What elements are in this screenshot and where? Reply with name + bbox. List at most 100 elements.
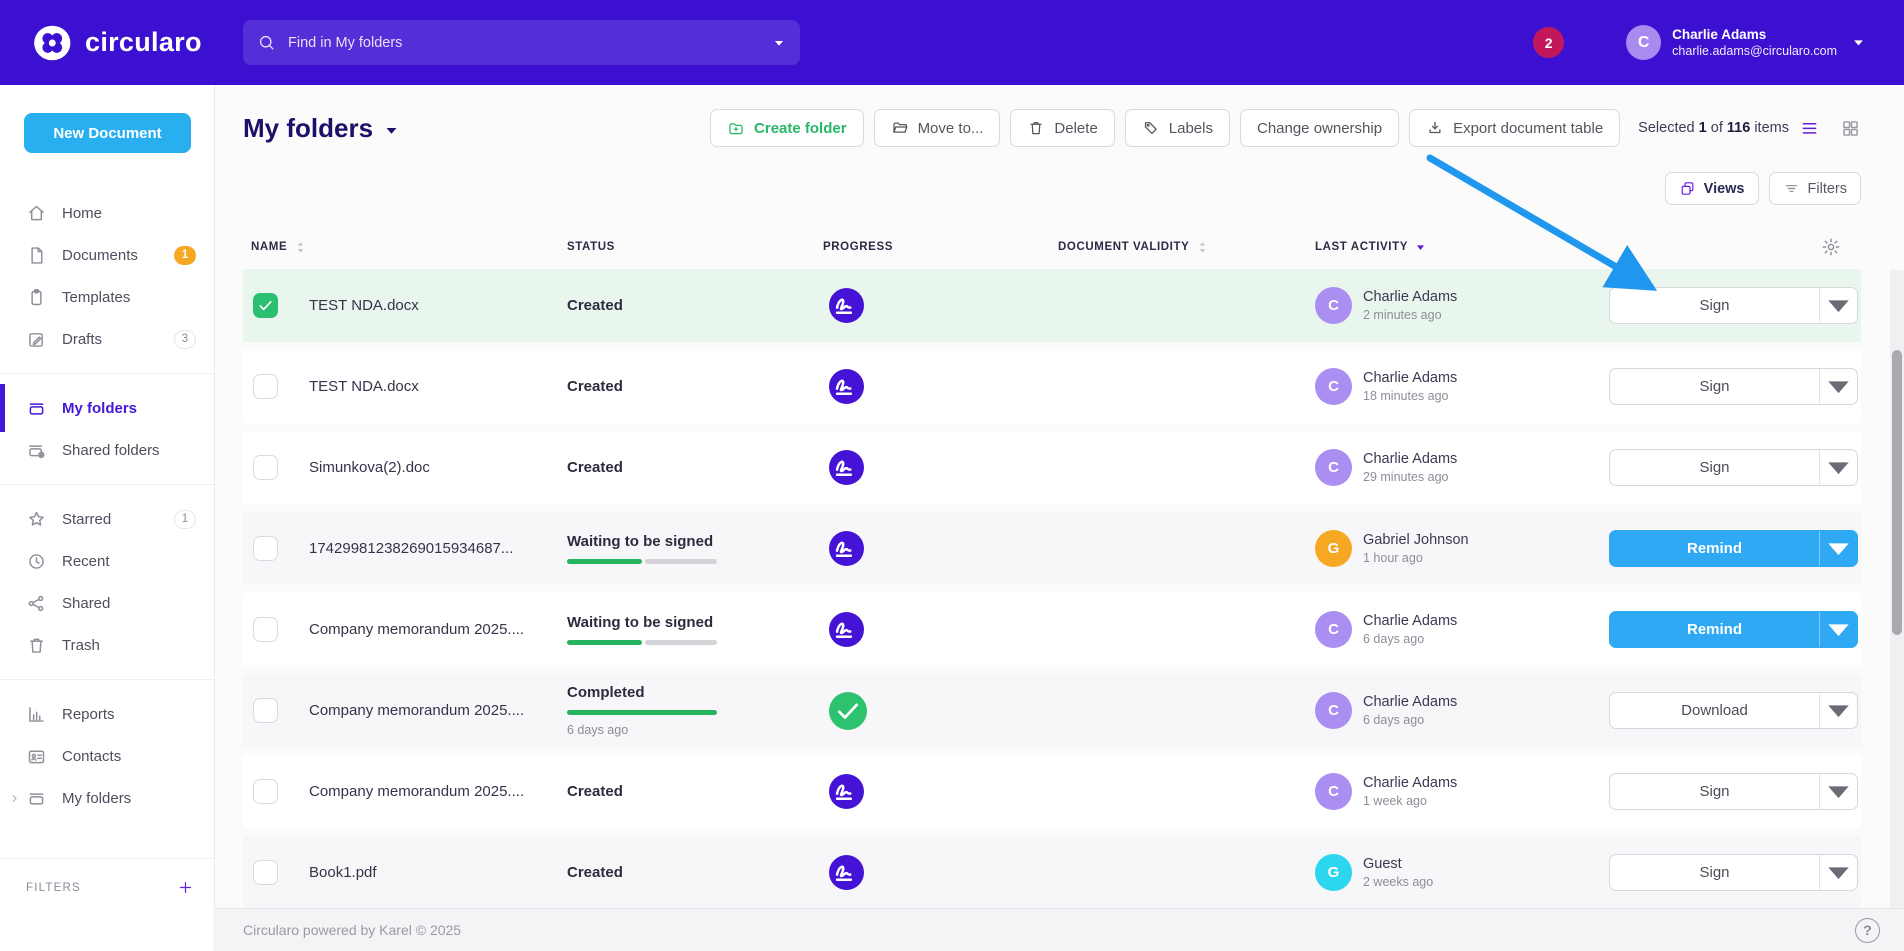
views-button[interactable]: Views (1665, 172, 1759, 205)
sidebar-item-starred[interactable]: Starred1 (0, 499, 214, 539)
last-activity-cell: CCharlie Adams6 days ago (1307, 692, 1603, 729)
sign-button[interactable]: Sign (1610, 450, 1819, 485)
sidebar-item-shared-folders[interactable]: Shared folders (0, 430, 214, 470)
search-scope-caret-icon[interactable] (772, 36, 786, 50)
document-name[interactable]: TEST NDA.docx (309, 378, 559, 395)
sidebar-item-my-folders[interactable]: My folders (0, 388, 214, 428)
document-name[interactable]: Company memorandum 2025.... (309, 621, 559, 638)
last-activity-cell: CCharlie Adams1 week ago (1307, 773, 1603, 810)
add-filter-icon[interactable] (177, 879, 194, 896)
table-row[interactable]: 17429981238269015934687...Waiting to be … (243, 512, 1861, 585)
row-checkbox[interactable] (253, 617, 278, 642)
list-view-toggle-icon[interactable] (1799, 118, 1820, 139)
sign-button[interactable]: Sign (1610, 369, 1819, 404)
document-name[interactable]: Simunkova(2).doc (309, 459, 559, 476)
action-dropdown-caret[interactable] (1819, 369, 1857, 404)
action-dropdown-caret[interactable] (1819, 531, 1857, 566)
actor-name: Charlie Adams (1363, 289, 1457, 305)
search-input[interactable] (288, 35, 772, 51)
signature-progress-icon (829, 369, 864, 404)
column-header-document-validity[interactable]: DOCUMENT VALIDITY (1050, 240, 1307, 255)
action-cell: Remind (1603, 530, 1861, 567)
table-settings-gear-icon[interactable] (1821, 237, 1841, 257)
notification-badge[interactable]: 2 (1533, 27, 1564, 58)
action-dropdown-caret[interactable] (1819, 855, 1857, 890)
remind-button[interactable]: Remind (1610, 612, 1819, 647)
table-row[interactable]: TEST NDA.docxCreatedCCharlie Adams18 min… (243, 350, 1861, 423)
document-name[interactable]: 17429981238269015934687... (309, 540, 559, 557)
sidebar-item-home[interactable]: Home (0, 193, 214, 233)
sidebar-item-recent[interactable]: Recent (0, 541, 214, 581)
row-checkbox[interactable] (253, 455, 278, 480)
move-to-button[interactable]: Move to... (874, 109, 1001, 147)
filters-button[interactable]: Filters (1769, 172, 1861, 205)
column-header-name[interactable]: NAME (243, 240, 559, 255)
column-header-last-activity[interactable]: LAST ACTIVITY (1307, 241, 1603, 254)
brand-name: circularo (85, 27, 202, 58)
table-row[interactable]: Company memorandum 2025....Completed6 da… (243, 674, 1861, 747)
grid-view-toggle-icon[interactable] (1840, 118, 1861, 139)
row-checkbox[interactable] (253, 698, 278, 723)
sidebar-group: My foldersShared folders (0, 373, 214, 480)
sidebar-item-trash[interactable]: Trash (0, 625, 214, 665)
sidebar-item-contacts[interactable]: Contacts (0, 736, 214, 776)
row-checkbox[interactable] (253, 374, 278, 399)
table-row[interactable]: Company memorandum 2025....CreatedCCharl… (243, 755, 1861, 828)
row-checkbox[interactable] (253, 779, 278, 804)
actor-time: 6 days ago (1363, 632, 1457, 646)
folders-icon (26, 788, 47, 809)
table-row[interactable]: TEST NDA.docxCreatedCCharlie Adams2 minu… (243, 269, 1861, 342)
status-text: Completed (567, 684, 815, 701)
row-checkbox[interactable] (253, 860, 278, 885)
sidebar-item-my-folders[interactable]: My folders (0, 778, 214, 818)
change-ownership-button[interactable]: Change ownership (1240, 109, 1399, 147)
document-name[interactable]: Book1.pdf (309, 864, 559, 881)
action-dropdown-caret[interactable] (1819, 612, 1857, 647)
labels-button[interactable]: Labels (1125, 109, 1230, 147)
last-activity-cell: GGabriel Johnson1 hour ago (1307, 530, 1603, 567)
action-dropdown-caret[interactable] (1819, 450, 1857, 485)
table-row[interactable]: Company memorandum 2025....Waiting to be… (243, 593, 1861, 666)
search-bar[interactable] (243, 20, 800, 65)
actor-avatar: C (1315, 368, 1352, 405)
action-dropdown-caret[interactable] (1819, 774, 1857, 809)
create-folder-button[interactable]: Create folder (710, 109, 864, 147)
action-cell: Sign (1603, 368, 1861, 405)
sidebar-item-documents[interactable]: Documents1 (0, 235, 214, 275)
export-document-table-button[interactable]: Export document table (1409, 109, 1620, 147)
table-row[interactable]: Simunkova(2).docCreatedCCharlie Adams29 … (243, 431, 1861, 504)
row-checkbox[interactable] (253, 293, 278, 318)
sign-split-button: Sign (1609, 287, 1858, 324)
sign-button[interactable]: Sign (1610, 288, 1819, 323)
brand[interactable]: circularo (33, 24, 243, 62)
help-button[interactable]: ? (1855, 918, 1880, 943)
sidebar-filters: FILTERS (0, 858, 214, 896)
document-name[interactable]: Company memorandum 2025.... (309, 702, 559, 719)
actor-time: 1 hour ago (1363, 551, 1469, 565)
column-header-label: DOCUMENT VALIDITY (1058, 241, 1189, 253)
download-button[interactable]: Download (1610, 693, 1819, 728)
scrollbar-thumb[interactable] (1892, 350, 1902, 635)
filter-icon (1783, 180, 1800, 197)
delete-button[interactable]: Delete (1010, 109, 1114, 147)
user-menu[interactable]: C Charlie Adams charlie.adams@circularo.… (1626, 25, 1866, 60)
document-name[interactable]: TEST NDA.docx (309, 297, 559, 314)
sidebar-item-reports[interactable]: Reports (0, 694, 214, 734)
drafts-icon (26, 329, 47, 350)
sidebar-item-templates[interactable]: Templates (0, 277, 214, 317)
progress-bar (567, 640, 717, 645)
action-dropdown-caret[interactable] (1819, 693, 1857, 728)
sign-button[interactable]: Sign (1610, 774, 1819, 809)
app: circularo 2 C Charlie Adams charlie.adam… (0, 0, 1904, 951)
remind-button[interactable]: Remind (1610, 531, 1819, 566)
table-row[interactable]: Book1.pdfCreatedGGuest2 weeks agoSign (243, 836, 1861, 909)
document-name[interactable]: Company memorandum 2025.... (309, 783, 559, 800)
page-title[interactable]: My folders (243, 113, 400, 144)
new-document-button[interactable]: New Document (24, 113, 191, 153)
row-checkbox[interactable] (253, 536, 278, 561)
sidebar-item-drafts[interactable]: Drafts3 (0, 319, 214, 359)
action-dropdown-caret[interactable] (1819, 288, 1857, 323)
sign-button[interactable]: Sign (1610, 855, 1819, 890)
column-header-progress: PROGRESS (815, 241, 1050, 253)
sidebar-item-shared[interactable]: Shared (0, 583, 214, 623)
